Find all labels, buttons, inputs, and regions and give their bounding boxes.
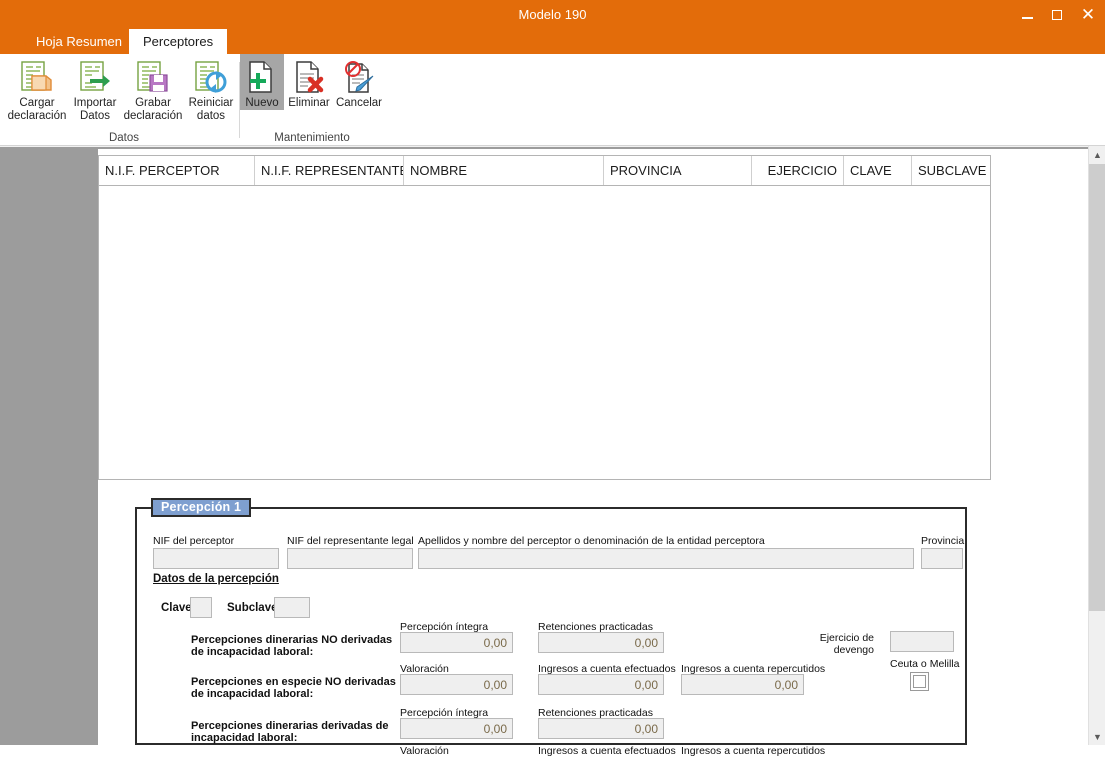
subclave-input[interactable]	[274, 597, 310, 618]
ribbon-group-datos-label: Datos	[108, 132, 140, 144]
eliminar-button[interactable]: Eliminar	[284, 54, 334, 110]
delete-record-icon	[292, 58, 326, 96]
percepcion-legend: Percepción 1	[151, 498, 252, 517]
minimize-button[interactable]	[1013, 0, 1042, 29]
vertical-scrollbar[interactable]: ▲ ▼	[1088, 146, 1105, 745]
grabar-declaracion-button[interactable]: Grabar declaración	[124, 54, 182, 123]
clave-input[interactable]	[190, 597, 212, 618]
ceuta-melilla-checkbox[interactable]	[910, 672, 929, 691]
scroll-up-icon[interactable]: ▲	[1089, 146, 1105, 163]
grid-header-row: N.I.F. PERCEPTOR N.I.F. REPRESENTANTE NO…	[99, 156, 990, 186]
grid-column-subclave[interactable]: SUBCLAVE	[912, 156, 990, 185]
ribbon-group-mantenimiento: Nuevo Eliminar Cancelar Mantenimiento	[240, 54, 384, 146]
nombre-perceptor-input[interactable]	[418, 548, 914, 569]
save-declaration-icon	[135, 58, 171, 96]
import-data-icon	[77, 58, 113, 96]
grabar-declaracion-label: Grabar declaración	[123, 97, 183, 122]
ribbon: Cargar declaración Importar Datos Grabar…	[0, 54, 1105, 146]
title-bar: Modelo 190 ✕	[0, 0, 1105, 29]
row-label-dinerarias-no-incapacidad: Percepciones dinerarias NO derivadas de …	[191, 634, 393, 658]
minimize-icon	[1022, 16, 1033, 19]
row1-field0-input[interactable]: 0,00	[400, 674, 513, 695]
grid-column-provincia[interactable]: PROVINCIA	[604, 156, 752, 185]
importar-datos-button[interactable]: Importar Datos	[66, 54, 124, 123]
row0-field1-input[interactable]: 0,00	[538, 632, 664, 653]
ribbon-tab-strip: Hoja Resumen Perceptores	[0, 29, 1105, 54]
close-button[interactable]: ✕	[1071, 0, 1105, 29]
window-title: Modelo 190	[518, 7, 587, 22]
grid-column-nif-representante[interactable]: N.I.F. REPRESENTANTE	[255, 156, 404, 185]
percepcion-form-panel: Percepción 1 NIF del perceptor NIF del r…	[135, 498, 967, 757]
provincia-label: Provincia	[921, 535, 965, 547]
grid-column-nombre[interactable]: NOMBRE	[404, 156, 604, 185]
cancelar-label: Cancelar	[335, 97, 383, 109]
row2-field1-input[interactable]: 0,00	[538, 718, 664, 739]
importar-datos-label: Importar Datos	[73, 97, 117, 122]
grid-column-clave[interactable]: CLAVE	[844, 156, 912, 185]
perceptores-grid[interactable]: N.I.F. PERCEPTOR N.I.F. REPRESENTANTE NO…	[98, 155, 991, 480]
scrollbar-thumb[interactable]	[1089, 164, 1105, 611]
cancel-edit-icon	[342, 58, 376, 96]
row-label-especie-no-incapacidad: Percepciones en especie NO derivadas de …	[191, 676, 396, 700]
new-record-icon	[245, 58, 279, 96]
scroll-down-icon[interactable]: ▼	[1089, 728, 1105, 745]
document-page: N.I.F. PERCEPTOR N.I.F. REPRESENTANTE NO…	[98, 149, 1088, 757]
tab-hoja-resumen[interactable]: Hoja Resumen	[22, 29, 136, 54]
panel-border-top-right	[235, 507, 967, 509]
load-declaration-icon	[19, 58, 55, 96]
cargar-declaracion-button[interactable]: Cargar declaración	[8, 54, 66, 123]
grid-column-ejercicio[interactable]: EJERCICIO	[752, 156, 844, 185]
row3-field2-label: Ingresos a cuenta repercutidos	[681, 745, 826, 757]
ceuta-melilla-label: Ceuta o Melilla	[890, 658, 960, 670]
cargar-declaracion-label: Cargar declaración	[7, 97, 67, 122]
nombre-perceptor-label: Apellidos y nombre del perceptor o denom…	[418, 535, 765, 547]
checkbox-inner	[913, 675, 926, 688]
ribbon-group-mantenimiento-label: Mantenimiento	[274, 132, 350, 144]
reiniciar-datos-button[interactable]: Reiniciar datos	[182, 54, 240, 123]
tab-perceptores[interactable]: Perceptores	[129, 29, 228, 54]
window-controls: ✕	[1013, 0, 1105, 29]
reiniciar-datos-label: Reiniciar datos	[188, 97, 234, 122]
workspace-top-edge	[0, 146, 1105, 147]
cancelar-button[interactable]: Cancelar	[334, 54, 384, 110]
workspace: N.I.F. PERCEPTOR N.I.F. REPRESENTANTE NO…	[0, 146, 1105, 757]
datos-percepcion-section-title: Datos de la percepción	[153, 573, 279, 585]
nif-representante-input[interactable]	[287, 548, 413, 569]
grid-column-nif-perceptor[interactable]: N.I.F. PERCEPTOR	[99, 156, 255, 185]
maximize-button[interactable]	[1042, 0, 1071, 29]
reset-data-icon	[193, 58, 229, 96]
row1-field1-input[interactable]: 0,00	[538, 674, 664, 695]
ribbon-group-datos: Cargar declaración Importar Datos Grabar…	[8, 54, 240, 146]
provincia-input[interactable]	[921, 548, 963, 569]
nif-perceptor-label: NIF del perceptor	[153, 535, 235, 547]
ejercicio-devengo-input[interactable]	[890, 631, 954, 652]
row3-field1-label: Ingresos a cuenta efectuados	[538, 745, 676, 757]
maximize-icon	[1051, 9, 1062, 20]
nif-representante-label: NIF del representante legal	[287, 535, 414, 547]
row2-field0-input[interactable]: 0,00	[400, 718, 513, 739]
nuevo-button[interactable]: Nuevo	[240, 54, 284, 110]
nif-perceptor-input[interactable]	[153, 548, 279, 569]
ejercicio-devengo-label: Ejercicio de devengo	[819, 632, 874, 656]
row0-field0-input[interactable]: 0,00	[400, 632, 513, 653]
row1-field2-input[interactable]: 0,00	[681, 674, 804, 695]
nuevo-label: Nuevo	[245, 97, 279, 109]
row-label-dinerarias-incapacidad: Percepciones dinerarias derivadas de inc…	[191, 720, 389, 744]
panel-border-top-left	[135, 507, 151, 509]
row3-field0-label: Valoración	[400, 745, 449, 757]
eliminar-label: Eliminar	[288, 97, 330, 109]
